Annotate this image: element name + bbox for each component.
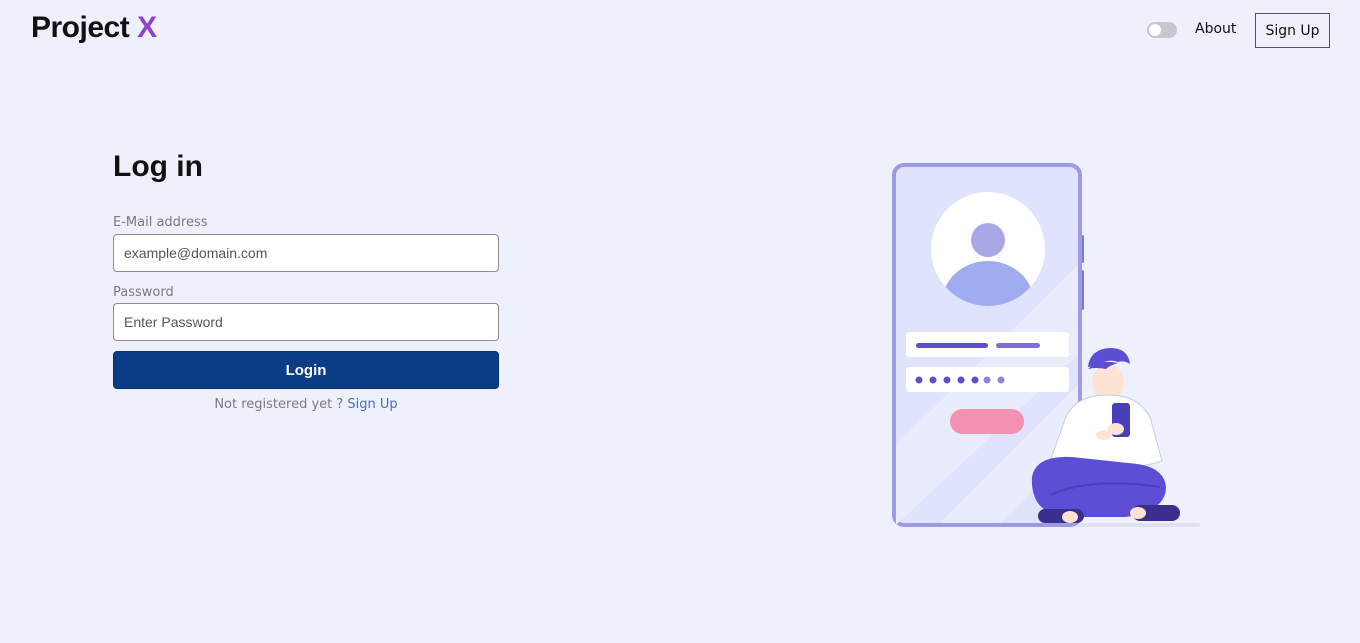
login-button[interactable]: Login xyxy=(113,351,499,389)
password-field[interactable] xyxy=(113,303,499,341)
email-field[interactable] xyxy=(113,234,499,272)
header-signup-button[interactable]: Sign Up xyxy=(1255,13,1330,48)
page-title: Log in xyxy=(113,150,203,183)
email-label: E-Mail address xyxy=(113,215,208,230)
phone-person-illustration xyxy=(892,163,1200,527)
toggle-knob xyxy=(1149,24,1161,36)
logo[interactable]: Project X xyxy=(31,11,157,45)
register-signup-link[interactable]: Sign Up xyxy=(347,397,397,412)
about-link[interactable]: About xyxy=(1195,21,1236,37)
password-label: Password xyxy=(113,285,174,300)
logo-text: Project xyxy=(31,11,130,44)
login-illustration xyxy=(880,155,1210,540)
register-prompt: Not registered yet ? xyxy=(214,397,344,412)
theme-toggle[interactable] xyxy=(1147,22,1177,38)
register-prompt-line: Not registered yet ? Sign Up xyxy=(113,397,499,412)
logo-accent: X xyxy=(137,11,157,44)
